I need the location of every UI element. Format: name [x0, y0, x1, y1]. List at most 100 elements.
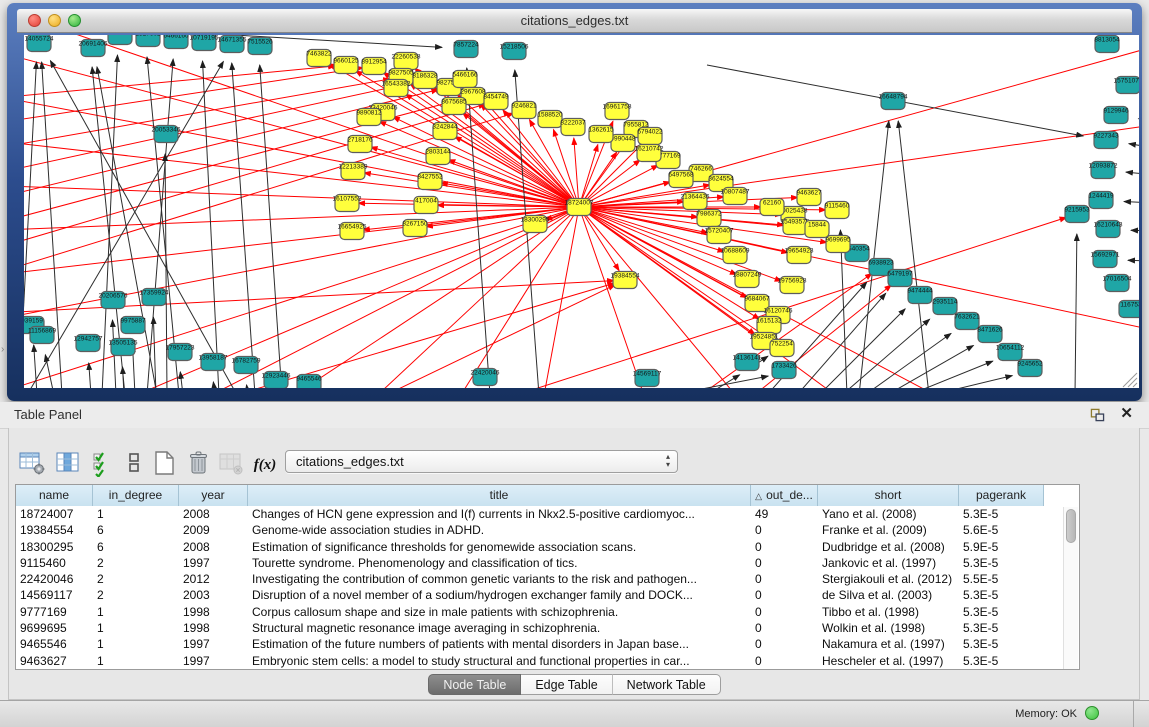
- graph-node[interactable]: 12942757: [74, 335, 103, 352]
- graph-node[interactable]: 8267150: [402, 220, 428, 237]
- tab-node-table[interactable]: Node Table: [428, 674, 521, 695]
- graph-node[interactable]: 16782759: [232, 357, 261, 374]
- graph-node[interactable]: 19384554: [611, 272, 640, 289]
- graph-node[interactable]: 22260538: [392, 53, 421, 70]
- graph-node[interactable]: 6466160: [163, 35, 189, 49]
- graph-node[interactable]: 13958187: [199, 354, 228, 371]
- graph-edge[interactable]: [57, 207, 579, 388]
- graph-node[interactable]: 9245652: [1017, 360, 1043, 377]
- graph-node[interactable]: 1244419: [1088, 192, 1114, 209]
- graph-node[interactable]: 15720407: [705, 227, 734, 244]
- graph-node[interactable]: 14136141: [733, 354, 762, 371]
- graph-node[interactable]: 9660125: [333, 57, 359, 74]
- graph-edge[interactable]: [898, 121, 929, 388]
- graph-edge[interactable]: [345, 207, 579, 388]
- show-columns-icon[interactable]: [54, 449, 82, 477]
- float-panel-icon[interactable]: [1090, 408, 1105, 422]
- graph-node[interactable]: 15751074: [1114, 77, 1139, 94]
- close-panel-icon[interactable]: ✕: [1120, 406, 1133, 422]
- graph-node[interactable]: 752254: [770, 340, 794, 357]
- graph-edge[interactable]: [797, 293, 886, 388]
- create-table-icon[interactable]: [150, 449, 178, 477]
- graph-edge[interactable]: [165, 154, 167, 388]
- graph-node[interactable]: 2935114: [933, 298, 958, 315]
- graph-edge[interactable]: [89, 363, 91, 388]
- table-settings-icon[interactable]: [18, 449, 46, 477]
- graph-node[interactable]: 16654925: [338, 223, 367, 240]
- graph-node[interactable]: 18724007: [565, 199, 594, 216]
- graph-edge[interactable]: [1124, 202, 1139, 203]
- graph-node[interactable]: 1615132: [756, 317, 782, 334]
- graph-node[interactable]: 6479197: [887, 270, 913, 287]
- table-selector-dropdown[interactable]: citations_edges.txt ▴▾: [285, 450, 678, 473]
- graph-node[interactable]: 14671355: [218, 36, 247, 53]
- graph-edge[interactable]: [1131, 230, 1139, 231]
- graph-node[interactable]: 8427552: [417, 173, 443, 190]
- graph-node[interactable]: 1527602: [135, 35, 161, 47]
- column-header-title[interactable]: title: [248, 485, 751, 506]
- graph-node[interactable]: 417004: [414, 197, 438, 214]
- graph-node[interactable]: 11156869: [28, 327, 56, 344]
- graph-node[interactable]: 6497568: [668, 171, 694, 188]
- graph-node[interactable]: 62160: [760, 199, 784, 216]
- graph-node[interactable]: 12213389: [339, 163, 368, 180]
- graph-node[interactable]: 10719195: [190, 35, 219, 51]
- graph-node[interactable]: 22420046: [471, 369, 500, 386]
- graph-edge[interactable]: [213, 382, 215, 388]
- graph-node[interactable]: 10654112: [996, 344, 1025, 361]
- table-row[interactable]: 946362711997Embryonic stem cells: a mode…: [16, 653, 1079, 669]
- graph-node[interactable]: 13505135: [109, 339, 138, 356]
- graph-node[interactable]: 10688609: [721, 247, 750, 264]
- graph-edge[interactable]: [1129, 144, 1139, 148]
- graph-node[interactable]: 3242844: [432, 123, 458, 140]
- tab-network-table[interactable]: Network Table: [613, 674, 721, 695]
- graph-edge[interactable]: [1075, 234, 1077, 388]
- column-header-short[interactable]: short: [818, 485, 959, 506]
- graph-node[interactable]: 9990448: [610, 135, 636, 152]
- column-header-out_de[interactable]: △out_de...: [751, 485, 818, 506]
- table-row[interactable]: 1830029562008Estimation of significance …: [16, 539, 1079, 555]
- graph-node[interactable]: 1362615: [588, 126, 614, 143]
- graph-node[interactable]: 9129946: [1103, 107, 1129, 124]
- graph-edge[interactable]: [443, 207, 579, 388]
- graph-node[interactable]: 116753: [1119, 301, 1139, 318]
- network-canvas[interactable]: 1405572420691406106532871527602646616010…: [24, 35, 1139, 388]
- graph-node[interactable]: 8454749: [483, 93, 509, 110]
- graph-node[interactable]: 17957223: [166, 344, 195, 361]
- graph-node[interactable]: 10653287: [106, 35, 135, 45]
- graph-edge[interactable]: [887, 345, 973, 388]
- collapse-handle-icon[interactable]: ›: [1, 344, 4, 355]
- graph-node[interactable]: 7463822: [306, 50, 332, 67]
- column-header-year[interactable]: year: [179, 485, 248, 506]
- graph-node[interactable]: 14055724: [25, 35, 54, 52]
- graph-node[interactable]: 14569117: [633, 370, 662, 387]
- graph-node[interactable]: 7857224: [453, 41, 479, 58]
- graph-node[interactable]: 7515526: [247, 38, 273, 55]
- network-window-titlebar[interactable]: citations_edges.txt: [17, 9, 1132, 33]
- canvas-resize-grip-icon[interactable]: [1123, 373, 1137, 387]
- graph-node[interactable]: 2803144: [425, 148, 451, 165]
- graph-edge[interactable]: [247, 385, 248, 388]
- graph-node[interactable]: 16648794: [879, 93, 908, 110]
- graph-edge[interactable]: [579, 207, 619, 271]
- graph-node[interactable]: 8222037: [560, 119, 586, 136]
- table-row[interactable]: 1938455462009Genome-wide association stu…: [16, 522, 1079, 538]
- graph-node[interactable]: 20691406: [79, 40, 108, 57]
- graph-edge[interactable]: [932, 376, 1012, 388]
- graph-node[interactable]: 1733426: [771, 362, 797, 379]
- graph-node[interactable]: 16210742: [635, 145, 664, 162]
- graph-edge[interactable]: [24, 183, 579, 207]
- tab-edge-table[interactable]: Edge Table: [521, 674, 612, 695]
- graph-node[interactable]: 9215953: [1064, 206, 1090, 223]
- table-row[interactable]: 1872400712008Changes of HCN gene express…: [16, 506, 1079, 522]
- graph-node[interactable]: 7986372: [696, 210, 722, 227]
- graph-node[interactable]: 18300295: [521, 216, 550, 233]
- graph-node[interactable]: 16210643: [1094, 221, 1123, 238]
- graph-node[interactable]: 12923446: [262, 372, 291, 389]
- graph-node[interactable]: 8675685: [441, 98, 467, 115]
- graph-edge[interactable]: [123, 367, 124, 388]
- column-header-name[interactable]: name: [16, 485, 93, 506]
- graph-node[interactable]: 1588520: [537, 111, 563, 128]
- graph-edge[interactable]: [180, 372, 183, 388]
- graph-edge[interactable]: [707, 375, 740, 388]
